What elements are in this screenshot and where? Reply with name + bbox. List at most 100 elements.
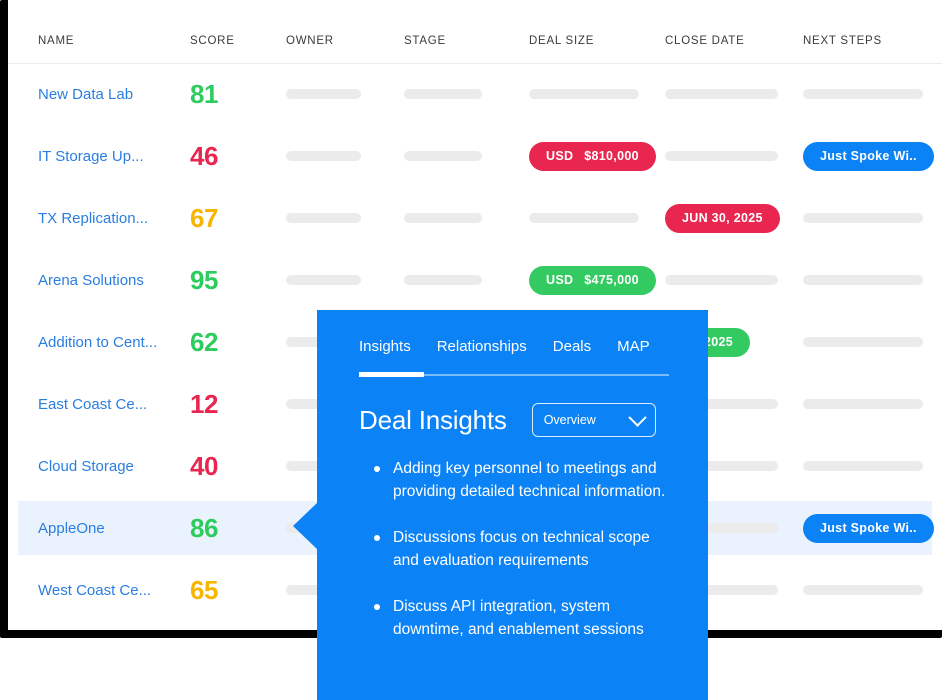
placeholder-bar <box>286 89 361 99</box>
insight-bullet-text: Discussions focus on technical scope and… <box>393 529 650 569</box>
cell-next-steps <box>803 559 923 621</box>
table-row[interactable]: New Data Lab 81 <box>8 63 942 125</box>
deal-name-link[interactable]: East Coast Ce... <box>38 396 147 413</box>
badge-text: Just Spoke Wi.. <box>820 149 917 163</box>
deal-name-link[interactable]: West Coast Ce... <box>38 582 151 599</box>
placeholder-bar <box>404 89 482 99</box>
score-value: 81 <box>190 78 219 109</box>
insight-bullet: Discuss API integration, system downtime… <box>359 595 671 641</box>
cell-name[interactable]: TX Replication... <box>38 187 148 249</box>
status-badge[interactable]: USD $475,000 <box>529 265 656 295</box>
deal-name-link[interactable]: AppleOne <box>38 520 105 537</box>
cell-close-date <box>665 249 778 311</box>
cell-close-date: JUN 30, 2025 <box>665 187 780 249</box>
cell-stage <box>404 249 482 311</box>
cell-owner <box>286 63 361 125</box>
cell-score: 40 <box>190 435 219 497</box>
cell-next-steps <box>803 435 923 497</box>
cell-name[interactable]: IT Storage Up... <box>38 125 144 187</box>
placeholder-bar <box>286 275 361 285</box>
placeholder-bar <box>803 89 923 99</box>
cell-score: 81 <box>190 63 219 125</box>
placeholder-bar <box>286 213 361 223</box>
cell-next-steps <box>803 63 923 125</box>
column-header-stage[interactable]: STAGE <box>404 35 446 47</box>
cell-name[interactable]: West Coast Ce... <box>38 559 151 621</box>
cell-name[interactable]: East Coast Ce... <box>38 373 147 435</box>
column-header-owner[interactable]: OWNER <box>286 35 334 47</box>
cell-next-steps <box>803 187 923 249</box>
cell-stage <box>404 63 482 125</box>
deal-name-link[interactable]: Addition to Cent... <box>38 334 157 351</box>
cell-name[interactable]: Addition to Cent... <box>38 311 157 373</box>
table-row[interactable]: TX Replication... 67 JUN 30, 2025 <box>8 187 942 249</box>
tab-insights[interactable]: Insights <box>359 338 411 368</box>
deal-name-link[interactable]: New Data Lab <box>38 86 133 103</box>
placeholder-bar <box>665 151 778 161</box>
insight-bullet: Discussions focus on technical scope and… <box>359 526 671 572</box>
table-row[interactable]: IT Storage Up... 46 USD $810,000 Just Spoke … <box>8 125 942 187</box>
bullet-dot-icon <box>374 535 380 541</box>
placeholder-bar <box>803 337 923 347</box>
cell-name[interactable]: AppleOne <box>38 497 105 559</box>
column-header-deal_size[interactable]: DEAL SIZE <box>529 35 594 47</box>
deal-insights-card: Insights Relationships Deals MAP Deal Insig… <box>317 310 708 700</box>
card-title: Deal Insights <box>359 404 507 435</box>
score-value: 86 <box>190 512 219 543</box>
deal-name-link[interactable]: Arena Solutions <box>38 272 144 289</box>
cell-name[interactable]: Cloud Storage <box>38 435 134 497</box>
placeholder-bar <box>404 151 482 161</box>
cell-next-steps: Just Spoke Wi.. <box>803 125 934 187</box>
cell-next-steps <box>803 249 923 311</box>
tab-relationships[interactable]: Relationships <box>437 338 527 368</box>
cell-deal-size: USD $475,000 <box>529 249 656 311</box>
column-header-next_steps[interactable]: NEXT STEPS <box>803 35 882 47</box>
cell-score: 46 <box>190 125 219 187</box>
table-row[interactable]: Arena Solutions 95 USD $475,000 <box>8 249 942 311</box>
cell-owner <box>286 187 361 249</box>
badge-currency: USD <box>546 273 574 287</box>
placeholder-bar <box>803 275 923 285</box>
placeholder-bar <box>803 585 923 595</box>
status-badge[interactable]: USD $810,000 <box>529 141 656 171</box>
tab-map[interactable]: MAP <box>617 338 650 368</box>
tab-deals[interactable]: Deals <box>553 338 591 368</box>
cell-deal-size: USD $810,000 <box>529 125 656 187</box>
cell-owner <box>286 249 361 311</box>
placeholder-bar <box>803 461 923 471</box>
placeholder-bar <box>529 89 639 99</box>
insight-bullet-text: Adding key personnel to meetings and pro… <box>393 460 666 500</box>
status-badge[interactable]: Just Spoke Wi.. <box>803 513 934 543</box>
status-badge[interactable]: JUN 30, 2025 <box>665 203 780 233</box>
cell-name[interactable]: Arena Solutions <box>38 249 144 311</box>
cell-score: 86 <box>190 497 219 559</box>
score-value: 65 <box>190 574 219 605</box>
badge-amount: $475,000 <box>584 273 639 287</box>
deal-name-link[interactable]: TX Replication... <box>38 210 148 227</box>
placeholder-bar <box>286 151 361 161</box>
screenshot-root: NAME SCORE OWNER STAGE DEAL SIZE CLOSE DATE NE… <box>0 0 950 700</box>
badge-amount: $810,000 <box>584 149 639 163</box>
deal-name-link[interactable]: IT Storage Up... <box>38 148 144 165</box>
column-header-score[interactable]: SCORE <box>190 35 235 47</box>
placeholder-bar <box>803 213 923 223</box>
placeholder-bar <box>803 399 923 409</box>
card-header: Deal Insights Overview <box>359 403 679 437</box>
overview-select-value: Overview <box>543 413 596 427</box>
score-value: 62 <box>190 326 219 357</box>
table-header-row: NAME SCORE OWNER STAGE DEAL SIZE CLOSE DATE NE… <box>8 0 942 64</box>
score-value: 12 <box>190 388 219 419</box>
placeholder-bar <box>404 213 482 223</box>
status-badge[interactable]: Just Spoke Wi.. <box>803 141 934 171</box>
deal-name-link[interactable]: Cloud Storage <box>38 458 134 475</box>
bullet-dot-icon <box>374 466 380 472</box>
cell-score: 67 <box>190 187 219 249</box>
column-header-close_date[interactable]: CLOSE DATE <box>665 35 745 47</box>
cell-name[interactable]: New Data Lab <box>38 63 133 125</box>
insights-bullet-list: Adding key personnel to meetings and pro… <box>359 457 671 664</box>
cell-deal-size <box>529 63 639 125</box>
placeholder-bar <box>529 213 639 223</box>
column-header-name[interactable]: NAME <box>38 35 74 47</box>
overview-select[interactable]: Overview <box>531 403 656 437</box>
badge-text: JUN 30, 2025 <box>682 211 763 225</box>
